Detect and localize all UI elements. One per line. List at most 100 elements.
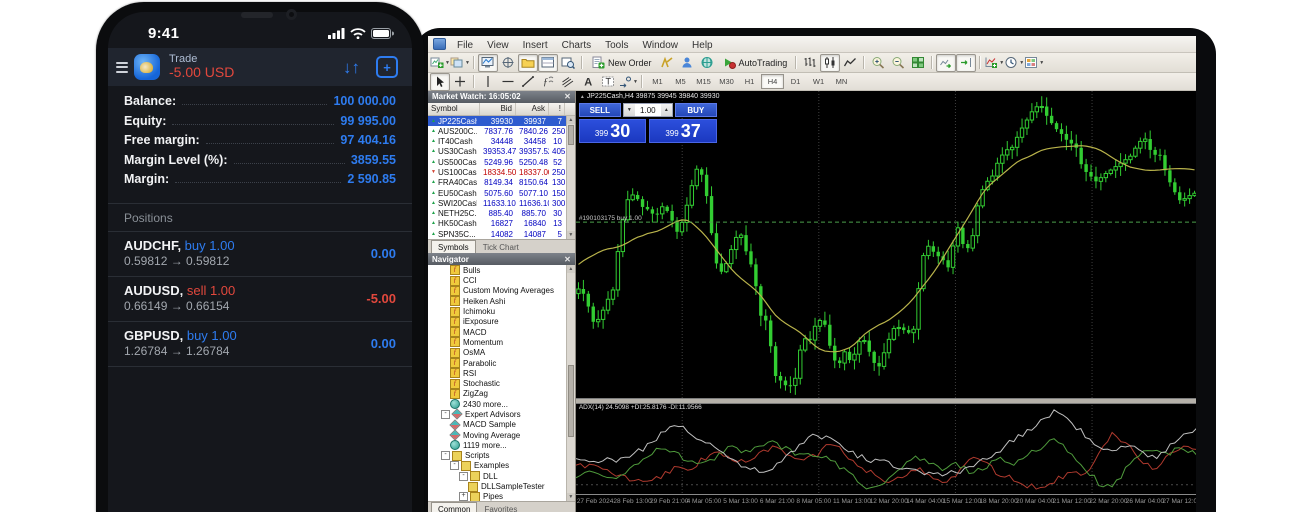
tree-item[interactable]: ƒIchimoku xyxy=(428,306,575,316)
candle-chart-button[interactable] xyxy=(820,54,840,72)
close-icon[interactable]: ✕ xyxy=(564,255,571,264)
tab-common[interactable]: Common xyxy=(431,502,477,512)
indicators-button[interactable]: ▼ xyxy=(984,54,1004,72)
tree-item[interactable]: -Scripts xyxy=(428,451,575,461)
tree-item[interactable]: DLLSampleTester xyxy=(428,481,575,491)
menu-charts[interactable]: Charts xyxy=(555,40,598,51)
market-watch-row[interactable]: ▲IT40Cash344483445810 xyxy=(428,136,575,146)
volume-value[interactable]: 1.00 xyxy=(635,104,661,116)
market-watch-row[interactable]: ▼US100Cash18334.5018337.00250 xyxy=(428,167,575,177)
buy-price[interactable]: 399 37 xyxy=(649,119,717,143)
terminal-button[interactable] xyxy=(538,54,558,72)
column-header-[interactable]: ! xyxy=(549,103,565,115)
timeframe-h4[interactable]: H4 xyxy=(761,74,784,89)
timeframe-w1[interactable]: W1 xyxy=(807,74,830,89)
tree-item[interactable]: MACD Sample xyxy=(428,420,575,430)
line-chart-button[interactable] xyxy=(840,54,860,72)
tree-item[interactable]: -DLL xyxy=(428,471,575,481)
collapse-icon[interactable]: - xyxy=(450,461,459,470)
market-watch-row[interactable]: ▲AUS200C...7837.767840.26250 xyxy=(428,126,575,136)
buy-button[interactable]: BUY xyxy=(675,103,717,117)
templates-button[interactable]: ▼ xyxy=(1024,54,1044,72)
scrollbar[interactable]: ▲▼ xyxy=(566,116,575,239)
menu-insert[interactable]: Insert xyxy=(516,40,555,51)
collapse-icon[interactable]: - xyxy=(459,472,468,481)
new-order-button[interactable]: New Order xyxy=(586,54,657,72)
profiles-button[interactable]: ▼ xyxy=(450,54,470,72)
tree-item[interactable]: ƒParabolic xyxy=(428,358,575,368)
tree-item[interactable]: ƒBulls xyxy=(428,265,575,275)
timeframe-m5[interactable]: M5 xyxy=(669,74,692,89)
market-watch-row[interactable]: ▲EU50Cash5075.605077.10150 xyxy=(428,188,575,198)
cursor-button[interactable] xyxy=(430,73,450,91)
market-watch-row[interactable]: ▲NETH25C...885.40885.7030 xyxy=(428,209,575,219)
tree-item[interactable]: ƒRSI xyxy=(428,368,575,378)
tree-item[interactable]: ƒCustom Moving Averages xyxy=(428,286,575,296)
sort-transfer-icon[interactable]: ↓↑ xyxy=(343,59,360,76)
chart-area[interactable]: ▲JP225Cash,H4 39875 39945 39840 39930 SE… xyxy=(576,91,1196,512)
bar-chart-button[interactable] xyxy=(800,54,820,72)
crosshair-button[interactable] xyxy=(450,73,470,91)
timeframe-mn[interactable]: MN xyxy=(830,74,853,89)
collapse-icon[interactable]: ▲ xyxy=(580,94,585,100)
hline-button[interactable] xyxy=(498,73,518,91)
timeframe-m30[interactable]: M30 xyxy=(715,74,738,89)
tree-item[interactable]: ƒMACD xyxy=(428,327,575,337)
tree-item[interactable]: ƒiExposure xyxy=(428,317,575,327)
tree-item[interactable]: ƒCCI xyxy=(428,275,575,285)
tree-item[interactable]: -Expert Advisors xyxy=(428,409,575,419)
scroll-down-icon[interactable]: ▼ xyxy=(567,231,575,239)
scroll-up-icon[interactable]: ▲ xyxy=(567,265,575,273)
hamburger-menu-icon[interactable] xyxy=(116,62,128,73)
menu-file[interactable]: File xyxy=(450,40,480,51)
position-row[interactable]: AUDCHF, buy 1.000.59812 → 0.598120.00 xyxy=(108,232,412,276)
trendline-button[interactable] xyxy=(518,73,538,91)
column-header-ask[interactable]: Ask xyxy=(516,103,549,115)
market-watch-row[interactable]: ▲US500Cash5249.965250.4852 xyxy=(428,157,575,167)
navigator-button[interactable] xyxy=(518,54,538,72)
position-row[interactable]: AUDUSD, sell 1.000.66149 → 0.66154-5.00 xyxy=(108,277,412,321)
tree-item[interactable]: ƒHeiken Ashi xyxy=(428,296,575,306)
auto-scroll-button[interactable] xyxy=(936,54,956,72)
market-watch-row[interactable]: ▲US30Cash39353.4739357.52405 xyxy=(428,147,575,157)
tab-favorites[interactable]: Favorites xyxy=(478,503,523,512)
zoom-in-button[interactable] xyxy=(868,54,888,72)
tree-item[interactable]: ƒMomentum xyxy=(428,337,575,347)
new-chart-button[interactable]: ▼ xyxy=(430,54,450,72)
text-a-button[interactable]: A xyxy=(578,73,598,91)
vline-button[interactable] xyxy=(478,73,498,91)
tree-item[interactable]: ƒZigZag xyxy=(428,389,575,399)
autotrading-button[interactable]: AutoTrading xyxy=(717,54,793,72)
tree-item[interactable]: -Examples xyxy=(428,461,575,471)
tree-item[interactable]: +Pipes xyxy=(428,492,575,501)
column-header-symbol[interactable]: Symbol xyxy=(428,103,480,115)
timeframe-d1[interactable]: D1 xyxy=(784,74,807,89)
market-watch-row[interactable]: ▲HK50Cash168271684013 xyxy=(428,219,575,229)
zoom-out-button[interactable] xyxy=(888,54,908,72)
timeframe-h1[interactable]: H1 xyxy=(738,74,761,89)
tree-item[interactable]: 1119 more... xyxy=(428,440,575,450)
adx-indicator-chart[interactable] xyxy=(576,402,1196,494)
market-watch-row[interactable]: ▲SWI20Cash11633.1011636.10300 xyxy=(428,198,575,208)
community-button[interactable] xyxy=(677,54,697,72)
market-watch-button[interactable] xyxy=(478,54,498,72)
tab-tick-chart[interactable]: Tick Chart xyxy=(477,241,525,253)
market-watch-row[interactable]: ▲JP225Cash39930399377 xyxy=(428,116,575,126)
scroll-thumb[interactable] xyxy=(568,365,574,437)
timeframe-m1[interactable]: M1 xyxy=(646,74,669,89)
strategy-tester-button[interactable] xyxy=(558,54,578,72)
menu-view[interactable]: View xyxy=(480,40,516,51)
sell-price[interactable]: 399 30 xyxy=(579,119,647,143)
expand-icon[interactable]: + xyxy=(459,492,468,501)
collapse-icon[interactable]: - xyxy=(441,410,450,419)
volume-up-icon[interactable]: ▲ xyxy=(661,104,672,116)
scrollbar[interactable]: ▲▼ xyxy=(566,265,575,501)
chart-shift-button[interactable] xyxy=(956,54,976,72)
globe-button[interactable] xyxy=(697,54,717,72)
scroll-down-icon[interactable]: ▼ xyxy=(567,493,575,501)
new-order-icon[interactable]: + xyxy=(376,56,398,78)
timeframe-m15[interactable]: M15 xyxy=(692,74,715,89)
sell-button[interactable]: SELL xyxy=(579,103,621,117)
menu-tools[interactable]: Tools xyxy=(598,40,635,51)
tile-windows-button[interactable] xyxy=(908,54,928,72)
